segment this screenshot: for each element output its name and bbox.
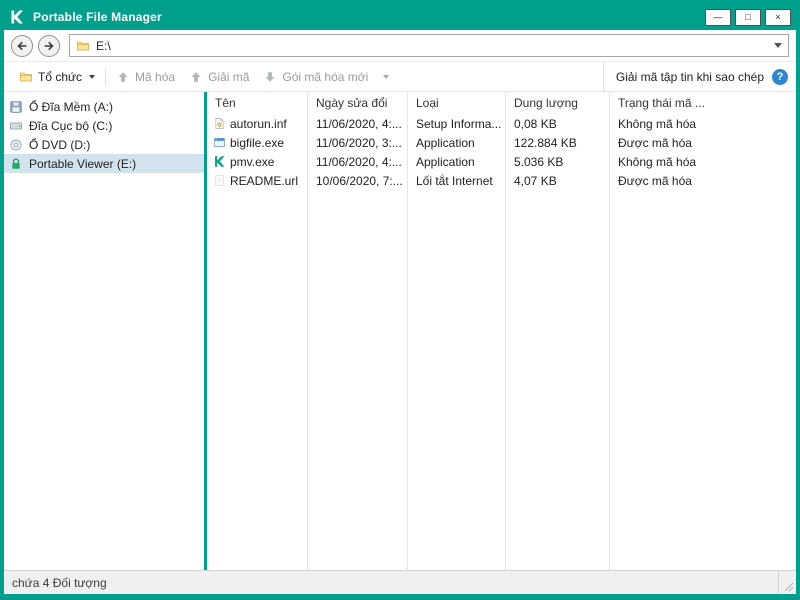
toolbar-separator [105,67,107,86]
arrow-up-icon [189,70,203,84]
file-list: Tên Ngày sửa đổi Loại Dung lượng Trạng t… [207,92,796,570]
toolbar: Tổ chức Mã hóa Giải mã Gói mã hóa mới Gi… [4,62,796,92]
address-path: E:\ [96,38,111,53]
dvd-icon [9,138,23,152]
file-encryption-status: Không mã hóa [618,154,697,169]
close-button[interactable]: × [765,8,791,26]
decrypt-on-copy-label: Giải mã tập tin khi sao chép [615,69,764,84]
file-encryption-status: Được mã hóa [618,135,692,150]
sidebar-item-local-disk-c[interactable]: Đĩa Cục bộ (C:) [4,116,204,135]
file-modified: 11/06/2020, 3:... [316,135,402,150]
titlebar: Portable File Manager — □ × [4,4,796,30]
file-type: Application [416,135,475,150]
sidebar-item-label: Ổ DVD (D:) [29,137,91,152]
file-name: README.url [230,173,299,188]
help-icon[interactable]: ? [772,68,788,85]
sidebar-item-dvd-d[interactable]: Ổ DVD (D:) [4,135,204,154]
file-encryption-status: Được mã hóa [618,173,692,188]
status-text: chứa 4 Đối tượng [12,575,107,590]
file-encryption-status: Không mã hóa [618,116,697,131]
column-header-size[interactable]: Dung lượng [505,96,609,110]
arrow-down-icon [263,70,277,84]
kaspersky-file-icon [213,155,226,168]
kaspersky-logo-icon [9,9,25,25]
file-type: Application [416,154,475,169]
exe-file-icon [213,136,226,149]
minimize-button[interactable]: — [705,8,731,26]
hard-drive-icon [9,119,23,133]
inf-file-icon [213,117,226,130]
file-row-pmv-exe[interactable]: pmv.exe 11/06/2020, 4:... Application 5.… [207,152,796,171]
arrow-up-icon [116,70,130,84]
back-arrow-icon [17,41,27,50]
chevron-down-icon [89,74,96,79]
resize-grip[interactable] [778,571,796,594]
file-row-readme-url[interactable]: README.url 10/06/2020, 7:... Lối tắt Int… [207,171,796,190]
column-header-type[interactable]: Loại [407,96,505,110]
new-package-button[interactable]: Gói mã hóa mới [256,65,396,89]
file-name: autorun.inf [230,116,287,131]
address-bar[interactable]: E:\ [69,34,789,57]
encrypt-label: Mã hóa [135,69,176,84]
drive-tree: Ổ Đĩa Mềm (A:) Đĩa Cục bộ (C:) Ổ DVD (D:… [4,92,204,570]
status-bar: chứa 4 Đối tượng [4,570,796,594]
resize-grip-icon [784,582,794,592]
encrypt-button[interactable]: Mã hóa [109,65,182,89]
window-controls: — □ × [705,8,791,26]
file-modified: 11/06/2020, 4:... [316,116,402,131]
file-size: 0,08 KB [514,116,557,131]
address-dropdown-icon[interactable] [774,43,782,48]
file-row-autorun-inf[interactable]: autorun.inf 11/06/2020, 4:... Setup Info… [207,114,796,133]
organize-label: Tổ chức [38,69,83,84]
sidebar-item-label: Đĩa Cục bộ (C:) [29,118,113,133]
file-size: 122.884 KB [514,135,577,150]
file-modified: 11/06/2020, 4:... [316,154,402,169]
lock-icon [9,157,23,171]
sidebar-item-portable-viewer-e[interactable]: Portable Viewer (E:) [4,154,204,173]
decrypt-label: Giải mã [208,69,250,84]
maximize-button[interactable]: □ [735,8,761,26]
column-header-modified[interactable]: Ngày sửa đổi [307,96,407,110]
file-type: Lối tắt Internet [416,173,493,188]
back-button[interactable] [11,34,33,57]
folder-icon [76,39,90,53]
file-row-bigfile-exe[interactable]: bigfile.exe 11/06/2020, 3:... Applicatio… [207,133,796,152]
column-header-encryption-status[interactable]: Trạng thái mã ... [609,96,796,110]
forward-arrow-icon [44,41,54,50]
window-title: Portable File Manager [33,10,162,24]
list-header: Tên Ngày sửa đổi Loại Dung lượng Trạng t… [207,92,796,114]
forward-button[interactable] [38,34,60,57]
floppy-icon [9,100,23,114]
file-name: pmv.exe [230,154,275,169]
new-package-label: Gói mã hóa mới [282,69,369,84]
sidebar-item-label: Ổ Đĩa Mềm (A:) [29,99,114,114]
organize-button[interactable]: Tổ chức [12,65,102,89]
sidebar-item-label: Portable Viewer (E:) [29,156,137,171]
file-name: bigfile.exe [230,135,285,150]
portable-file-manager-window: Portable File Manager — □ × E:\ Tổ chức … [0,0,800,600]
folder-icon [19,70,33,84]
file-type: Setup Informa... [416,116,502,131]
chevron-down-icon [383,74,390,79]
decrypt-button[interactable]: Giải mã [182,65,256,89]
file-size: 4,07 KB [514,173,557,188]
content-area: Ổ Đĩa Mềm (A:) Đĩa Cục bộ (C:) Ổ DVD (D:… [4,92,796,570]
toolbar-right-group: Giải mã tập tin khi sao chép ? [602,62,788,91]
sidebar-item-floppy-a[interactable]: Ổ Đĩa Mềm (A:) [4,97,204,116]
file-size: 5.036 KB [514,154,564,169]
column-header-name[interactable]: Tên [207,96,307,110]
file-modified: 10/06/2020, 7:... [316,173,403,188]
url-file-icon [213,174,226,187]
address-row: E:\ [4,30,796,62]
